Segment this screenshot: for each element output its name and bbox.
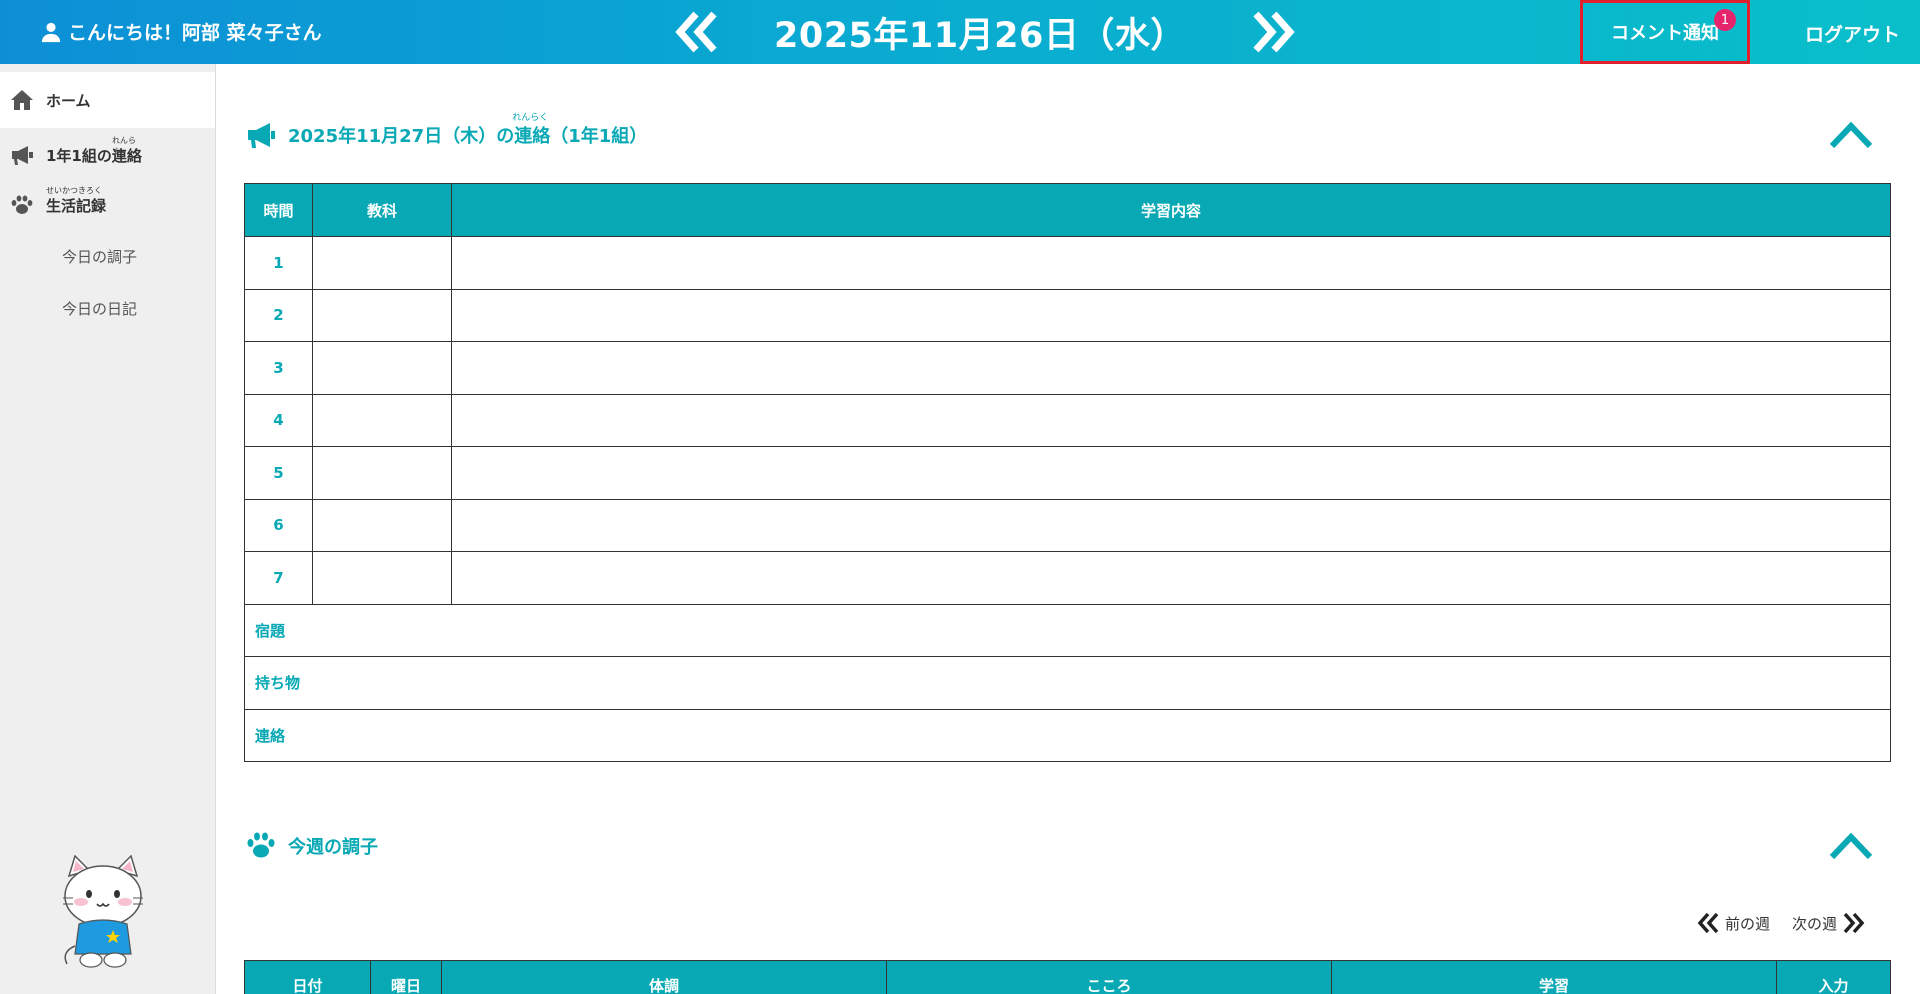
- contact-table: 時間 教科 学習内容 1 2 3 4 5 6 7 宿題 持ち物 連絡: [244, 183, 1891, 762]
- content-cell: [451, 498, 1891, 552]
- column-header-weekday: 曜日: [370, 960, 442, 994]
- column-header-input: 入力: [1776, 960, 1891, 994]
- period-number: 7: [244, 551, 313, 605]
- column-header-date: 日付: [244, 960, 371, 994]
- previous-week-button[interactable]: 前の週: [1697, 912, 1770, 934]
- sidebar-item-life-record-label-wrap: 生活記録 せいかつきろく: [46, 186, 107, 216]
- previous-day-button[interactable]: [670, 8, 726, 56]
- sidebar-item-today-diary[interactable]: 今日の日記: [0, 282, 215, 334]
- comment-notification-button[interactable]: コメント通知 1: [1580, 0, 1750, 64]
- column-header-period: 時間: [244, 183, 313, 237]
- contact-title-prefix: 2025年11月27日（木）の: [288, 126, 515, 147]
- notice-label: 連絡: [244, 708, 1891, 762]
- previous-week-label: 前の週: [1725, 914, 1771, 933]
- contact-title-word: 連絡: [514, 126, 551, 147]
- content-cell: [451, 236, 1891, 290]
- contact-title-word-wrap: 連絡 れんらく: [512, 113, 551, 148]
- top-header: こんにちは！阿部 菜々子さん 2025年11月26日（水） コメント通知 1 ロ…: [0, 0, 1920, 64]
- double-chevron-right-icon: [1843, 912, 1865, 934]
- belongings-row: 持ち物: [244, 656, 1891, 710]
- user-greeting: こんにちは！阿部 菜々子さん: [40, 18, 322, 45]
- sidebar-item-home-label: ホーム: [46, 91, 91, 110]
- content-cell: [451, 446, 1891, 500]
- column-header-study: 学習: [1331, 960, 1777, 994]
- paw-icon: [11, 195, 33, 214]
- sidebar-item-class-contact-label-wrap: 1年1組の連絡 れんらく: [46, 136, 142, 166]
- chevron-up-icon: [1829, 832, 1873, 860]
- double-chevron-right-icon: [1253, 11, 1295, 53]
- subject-cell: [312, 393, 452, 447]
- contact-title-suffix: （1年1組）: [550, 126, 648, 147]
- sidebar-item-home[interactable]: ホーム: [0, 72, 215, 128]
- period-number: 5: [244, 446, 313, 500]
- contact-table-header-row: 時間 教科 学習内容: [244, 183, 1891, 237]
- home-icon: [11, 90, 33, 110]
- double-chevron-left-icon: [675, 11, 717, 53]
- period-number: 6: [244, 498, 313, 552]
- period-number: 3: [244, 341, 313, 395]
- column-header-content: 学習内容: [451, 183, 1891, 237]
- next-week-button[interactable]: 次の週: [1792, 912, 1865, 934]
- next-day-button[interactable]: [1244, 8, 1300, 56]
- table-row: 4: [244, 393, 1891, 447]
- weekly-table-header-row: 日付 曜日 体調 こころ 学習 入力: [244, 960, 1891, 994]
- belongings-label: 持ち物: [244, 656, 1891, 710]
- table-row: 7: [244, 551, 1891, 605]
- comment-notification-label: コメント通知: [1611, 23, 1719, 44]
- subject-cell: [312, 288, 452, 342]
- table-row: 6: [244, 498, 1891, 552]
- homework-label: 宿題: [244, 603, 1891, 657]
- homework-row: 宿題: [244, 603, 1891, 657]
- subject-cell: [312, 341, 452, 395]
- period-number: 4: [244, 393, 313, 447]
- contact-title-ruby: れんらく: [512, 113, 549, 123]
- cat-mascot-image: [63, 854, 143, 968]
- greeting-text: こんにちは！阿部 菜々子さん: [68, 22, 322, 44]
- contact-collapse-button[interactable]: [1828, 118, 1874, 152]
- next-week-label: 次の週: [1792, 914, 1838, 933]
- column-header-subject: 教科: [312, 183, 452, 237]
- date-navigator: 2025年11月26日（水）: [670, 0, 1300, 64]
- table-row: 3: [244, 341, 1891, 395]
- megaphone-icon: [12, 146, 33, 165]
- sidebar-item-life-record-label: 生活記録: [46, 196, 107, 215]
- weekly-condition-table: 日付 曜日 体調 こころ 学習 入力: [244, 960, 1891, 994]
- week-title-text: 今週の調子: [288, 837, 378, 858]
- life-record-ruby: せいかつきろく: [46, 185, 102, 195]
- user-icon: [41, 22, 61, 42]
- subject-cell: [312, 551, 452, 605]
- period-number: 2: [244, 288, 313, 342]
- sidebar-item-class-contact[interactable]: 1年1組の連絡 れんらく: [0, 130, 215, 180]
- table-row: 1: [244, 236, 1891, 290]
- logout-button[interactable]: ログアウト: [1805, 20, 1900, 47]
- table-row: 2: [244, 288, 1891, 342]
- content-cell: [451, 288, 1891, 342]
- megaphone-icon: [248, 123, 275, 148]
- content-cell: [451, 341, 1891, 395]
- double-chevron-left-icon: [1697, 912, 1719, 934]
- notification-count-badge: 1: [1714, 9, 1736, 31]
- sidebar-item-today-condition[interactable]: 今日の調子: [0, 230, 215, 282]
- table-row: 5: [244, 446, 1891, 500]
- period-number: 1: [244, 236, 313, 290]
- contact-section-title: 2025年11月27日（木）の 連絡 れんらく （1年1組）: [246, 113, 648, 150]
- column-header-physical: 体調: [441, 960, 887, 994]
- week-collapse-button[interactable]: [1828, 829, 1874, 863]
- subject-cell: [312, 236, 452, 290]
- week-section-title: 今週の調子: [246, 831, 378, 861]
- chevron-up-icon: [1829, 121, 1873, 149]
- column-header-mind: こころ: [886, 960, 1332, 994]
- current-date-title: 2025年11月26日（水）: [774, 15, 1186, 56]
- contact-ruby: れんらく: [112, 135, 136, 156]
- subject-cell: [312, 446, 452, 500]
- sidebar: ホーム 1年1組の連絡 れんらく 生活記録 せいかつきろく 今日の調子 今日の日…: [0, 64, 216, 994]
- content-cell: [451, 393, 1891, 447]
- paw-icon: [247, 832, 275, 858]
- content-cell: [451, 551, 1891, 605]
- subject-cell: [312, 498, 452, 552]
- sidebar-item-life-record[interactable]: 生活記録 せいかつきろく: [0, 180, 215, 230]
- notice-row: 連絡: [244, 708, 1891, 762]
